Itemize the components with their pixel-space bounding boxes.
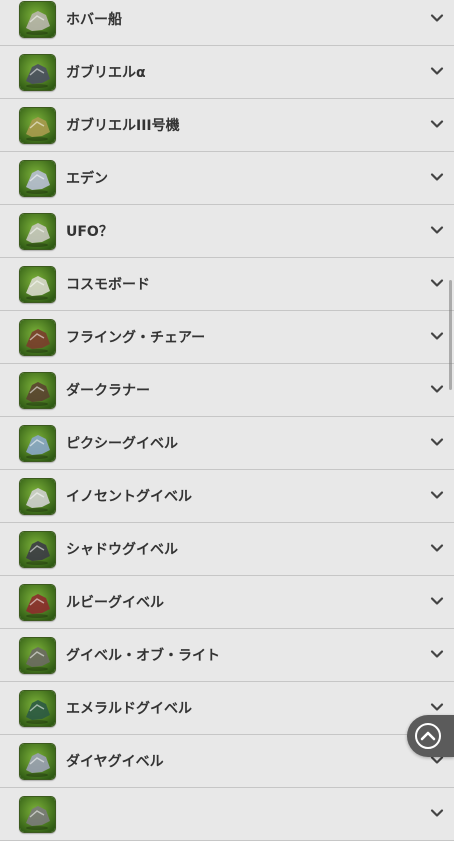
diamond-gyibel-icon — [19, 743, 56, 780]
list-item[interactable]: エメラルドグイベル — [0, 682, 454, 735]
chevron-down-icon — [430, 385, 444, 395]
chevron-down-icon — [430, 173, 444, 183]
list-item-label: エデン — [66, 171, 108, 187]
list-item-label: ルビーグイベル — [66, 595, 164, 611]
scroll-to-top-button[interactable] — [407, 715, 454, 757]
list-item-label: シャドウグイベル — [66, 542, 178, 558]
list-item[interactable]: シャドウグイベル — [0, 523, 454, 576]
list-item[interactable]: UFO？ — [0, 205, 454, 258]
pixie-gyibel-icon — [19, 425, 56, 462]
chevron-down-icon — [430, 14, 444, 24]
list-item[interactable]: グイベル・オブ・ライト — [0, 629, 454, 682]
list-item[interactable]: ガブリエルIII号機 — [0, 99, 454, 152]
chevron-down-icon — [430, 332, 444, 342]
list-item[interactable]: ダイヤグイベル — [0, 735, 454, 788]
flying-chair-icon — [19, 319, 56, 356]
chevron-down-icon — [430, 544, 444, 554]
list-item[interactable]: ガブリエルα — [0, 46, 454, 99]
chevron-down-icon — [430, 279, 444, 289]
list-item-label: フライング・チェアー — [66, 330, 206, 346]
gyibel-of-light-icon — [19, 637, 56, 674]
chevron-down-icon — [430, 809, 444, 819]
eden-icon — [19, 160, 56, 197]
list-item[interactable]: ホバー船 — [0, 0, 454, 46]
innocent-gyibel-icon — [19, 478, 56, 515]
list-item[interactable]: フライング・チェアー — [0, 311, 454, 364]
ruby-gyibel-icon — [19, 584, 56, 621]
chevron-down-icon — [430, 597, 444, 607]
list-item[interactable] — [0, 788, 454, 841]
list-item-label: ピクシーグイベル — [66, 436, 178, 452]
chevron-down-icon — [430, 67, 444, 77]
chevron-down-icon — [430, 120, 444, 130]
list-item-label: コスモボード — [66, 277, 150, 293]
list-item[interactable]: エデン — [0, 152, 454, 205]
emerald-gyibel-icon — [19, 690, 56, 727]
list-item[interactable]: イノセントグイベル — [0, 470, 454, 523]
list-item[interactable]: ルビーグイベル — [0, 576, 454, 629]
list-item-label: UFO？ — [66, 224, 113, 240]
scrollbar[interactable] — [449, 280, 452, 390]
chevron-up-icon — [415, 723, 441, 749]
list-item-label: ダイヤグイベル — [66, 754, 164, 770]
chevron-down-icon — [430, 756, 444, 766]
ufo-icon — [19, 213, 56, 250]
list-item-label: グイベル・オブ・ライト — [66, 648, 220, 664]
gabriel-iii-icon — [19, 107, 56, 144]
gabriel-alpha-icon — [19, 54, 56, 91]
chevron-down-icon — [430, 226, 444, 236]
list-item[interactable]: ピクシーグイベル — [0, 417, 454, 470]
cosmo-board-icon — [19, 266, 56, 303]
list-item-label: ガブリエルIII号機 — [66, 118, 180, 134]
chevron-down-icon — [430, 703, 444, 713]
hover-ship-icon — [19, 1, 56, 38]
list-item[interactable]: ダークラナー — [0, 364, 454, 417]
chevron-down-icon — [430, 650, 444, 660]
shadow-gyibel-icon — [19, 531, 56, 568]
chevron-down-icon — [430, 438, 444, 448]
list-item-label: エメラルドグイベル — [66, 701, 192, 717]
chevron-down-icon — [430, 491, 444, 501]
list-item-label: ガブリエルα — [66, 65, 146, 81]
mount-icon — [19, 796, 56, 833]
list-item-label: イノセントグイベル — [66, 489, 192, 505]
list-item-label: ホバー船 — [66, 12, 122, 28]
list-item-label: ダークラナー — [66, 383, 150, 399]
mount-list: ホバー船ガブリエルα ガブリエルIII号機 エデン UFO？ コスモボードフライング・チ… — [0, 0, 454, 841]
dark-runner-icon — [19, 372, 56, 409]
list-item[interactable]: コスモボード — [0, 258, 454, 311]
